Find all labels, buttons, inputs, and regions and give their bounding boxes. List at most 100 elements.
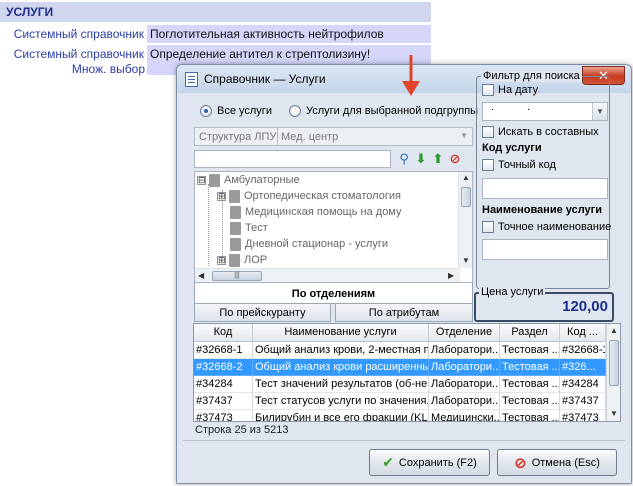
service-code-title: Код услуги (482, 142, 542, 154)
tree-item[interactable]: ⊞ Ортопедическая стоматология (217, 188, 401, 204)
tree-search-input[interactable] (194, 150, 391, 168)
tree-item-label: Ортопедическая стоматология (244, 190, 401, 202)
scrollbar-thumb[interactable]: ||| (212, 271, 262, 281)
red-arrow-icon (402, 55, 420, 96)
table-cell: #32668-1 (560, 342, 606, 359)
checkbox-icon (482, 159, 494, 171)
exact-name-checkbox[interactable]: Точное наименование (482, 221, 611, 233)
tree-item[interactable]: ⊟ Амбулаторные (197, 172, 300, 188)
bg-row-label[interactable]: Системный справочник (0, 25, 146, 43)
radio-all-services[interactable]: Все услуги (200, 105, 272, 117)
tree-item-label: ЛОР (244, 254, 268, 266)
arrow-down-icon[interactable]: ⬇ (413, 151, 429, 167)
table-cell: #37437 (560, 393, 606, 410)
column-header[interactable]: Код (194, 324, 253, 342)
scroll-up-icon[interactable]: ▲ (462, 173, 470, 182)
tree-horizontal-scrollbar[interactable]: ◀ ||| ▶ (195, 268, 460, 282)
tree-item-label: Тест (245, 222, 268, 234)
scroll-up-icon[interactable]: ▲ (610, 326, 618, 335)
bg-row-value[interactable]: Определение антител к стрептолизину! (147, 45, 431, 63)
collapse-icon[interactable]: ⊟ (197, 175, 206, 185)
radio-all-label: Все услуги (217, 105, 272, 117)
table-cell: Билирубин и все его фракции (KL) (253, 410, 429, 421)
table-row[interactable]: #34284 Тест значений результатов (об-не..… (194, 376, 606, 393)
clear-icon[interactable]: ⊘ (447, 151, 463, 167)
table-cell: Тест значений результатов (об-не... (253, 376, 429, 393)
tree-connector (208, 184, 209, 266)
multi-select-link[interactable]: Множ. выбор (0, 62, 145, 77)
tab-by-department[interactable]: По отделениям (194, 283, 473, 304)
tree-vertical-scrollbar[interactable]: ▲ ▼ (458, 172, 472, 268)
table-cell: Медицински... (429, 410, 500, 421)
exact-name-label: Точное наименование (498, 221, 612, 233)
dialog-title: Справочник — Услуги (204, 72, 326, 86)
radio-subgroup-services[interactable]: Услуги для выбранной подгруппы (289, 105, 478, 117)
scroll-right-icon[interactable]: ▶ (448, 271, 454, 280)
column-header[interactable]: Раздел (500, 324, 560, 342)
department-tree[interactable]: ⊟ Амбулаторные ⊞ Ортопедическая стоматолог… (194, 171, 473, 283)
column-header[interactable]: Наименование услуги (253, 324, 429, 342)
tab-by-pricelist[interactable]: По прейскуранту (194, 303, 331, 322)
table-cell: #32668-2 (194, 359, 253, 376)
row-status: Строка 25 из 5213 (195, 424, 289, 436)
date-field[interactable]: . . ▼ (482, 101, 608, 121)
bg-row-value[interactable]: Поглотительная активность нейтрофилов (147, 25, 431, 43)
table-cell: Тестовая ... (500, 376, 560, 393)
table-cell: #37437 (194, 393, 253, 410)
save-button[interactable]: ✔ Сохранить (F2) (369, 449, 490, 476)
scroll-down-icon[interactable]: ▼ (462, 256, 470, 265)
table-cell: Тестовая ... (500, 342, 560, 359)
table-cell: Тестовая ... (500, 359, 560, 376)
cancel-button[interactable]: ⊘ Отмена (Esc) (497, 449, 617, 476)
table-row[interactable]: #32668-1 Общий анализ крови, 2-местная п.… (194, 342, 606, 359)
table-cell: #37473 (560, 410, 606, 421)
cancel-button-label: Отмена (Esc) (531, 456, 600, 469)
tree-item[interactable]: Дневной стационар - услуги (230, 236, 388, 252)
exact-code-checkbox[interactable]: Точный код (482, 159, 556, 171)
expand-icon[interactable]: ⊞ (217, 191, 226, 201)
tab-by-attributes[interactable]: По атрибутам (335, 303, 473, 322)
services-table[interactable]: Код Наименование услуги Отделение Раздел… (193, 323, 621, 422)
tree-item[interactable]: ⊞ ЛОР (217, 252, 267, 268)
arrow-up-icon[interactable]: ⬆ (430, 151, 446, 167)
scroll-left-icon[interactable]: ◀ (198, 271, 204, 280)
radio-dot-icon (200, 105, 212, 117)
by-date-checkbox[interactable]: На дату (482, 84, 538, 96)
expand-icon[interactable]: ⊞ (217, 255, 226, 265)
column-header[interactable]: Код ... (560, 324, 606, 342)
column-header[interactable]: Отделение (429, 324, 500, 342)
search-icon[interactable]: ⚲ (396, 151, 412, 167)
tree-item[interactable]: Медицинская помощь на дому (230, 204, 402, 220)
table-cell: #34284 (560, 376, 606, 393)
table-vertical-scrollbar[interactable]: ▲ ▼ (606, 324, 620, 421)
scrollbar-thumb[interactable] (609, 340, 619, 386)
structure-label: Структура ЛПУ (199, 131, 277, 143)
table-cell: Тест статусов услуги по значения... (253, 393, 429, 410)
chevron-down-icon[interactable]: ▼ (592, 103, 607, 120)
divider (183, 440, 625, 441)
table-row[interactable]: #37473 Билирубин и все его фракции (KL) Ме… (194, 410, 606, 421)
service-name-input[interactable] (482, 239, 608, 260)
dialog-body: Все услуги Услуги для выбранной подгрупп… (183, 70, 625, 480)
scroll-down-icon[interactable]: ▼ (610, 409, 618, 418)
bg-row-label[interactable]: Системный справочник (0, 45, 146, 63)
tree-item[interactable]: Тест (230, 220, 268, 236)
search-composite-checkbox[interactable]: Искать в составных (482, 126, 599, 138)
table-cell: #34284 (194, 376, 253, 393)
table-cell: #326... (560, 359, 606, 376)
structure-selector[interactable]: Структура ЛПУ Мед. центр ▼ (194, 127, 473, 146)
structure-value: Мед. центр (281, 131, 339, 143)
table-cell: #32668-1 (194, 342, 253, 359)
service-code-input[interactable] (482, 178, 608, 199)
table-cell: Лаборатори... (429, 376, 500, 393)
table-cell: Лаборатори... (429, 342, 500, 359)
page-header: УСЛУГИ (0, 2, 431, 22)
table-cell: #37473 (194, 410, 253, 421)
table-row[interactable]: #32668-2 Общий анализ крови расширенный Ла… (194, 359, 606, 376)
checkbox-icon (482, 84, 494, 96)
table-row[interactable]: #37437 Тест статусов услуги по значения..… (194, 393, 606, 410)
scrollbar-thumb[interactable] (461, 187, 471, 207)
services-dialog: Справочник — Услуги ✕ Все услуги Услуги … (176, 64, 632, 484)
search-composite-label: Искать в составных (498, 126, 599, 138)
price-legend: Цена услуги (479, 286, 546, 298)
